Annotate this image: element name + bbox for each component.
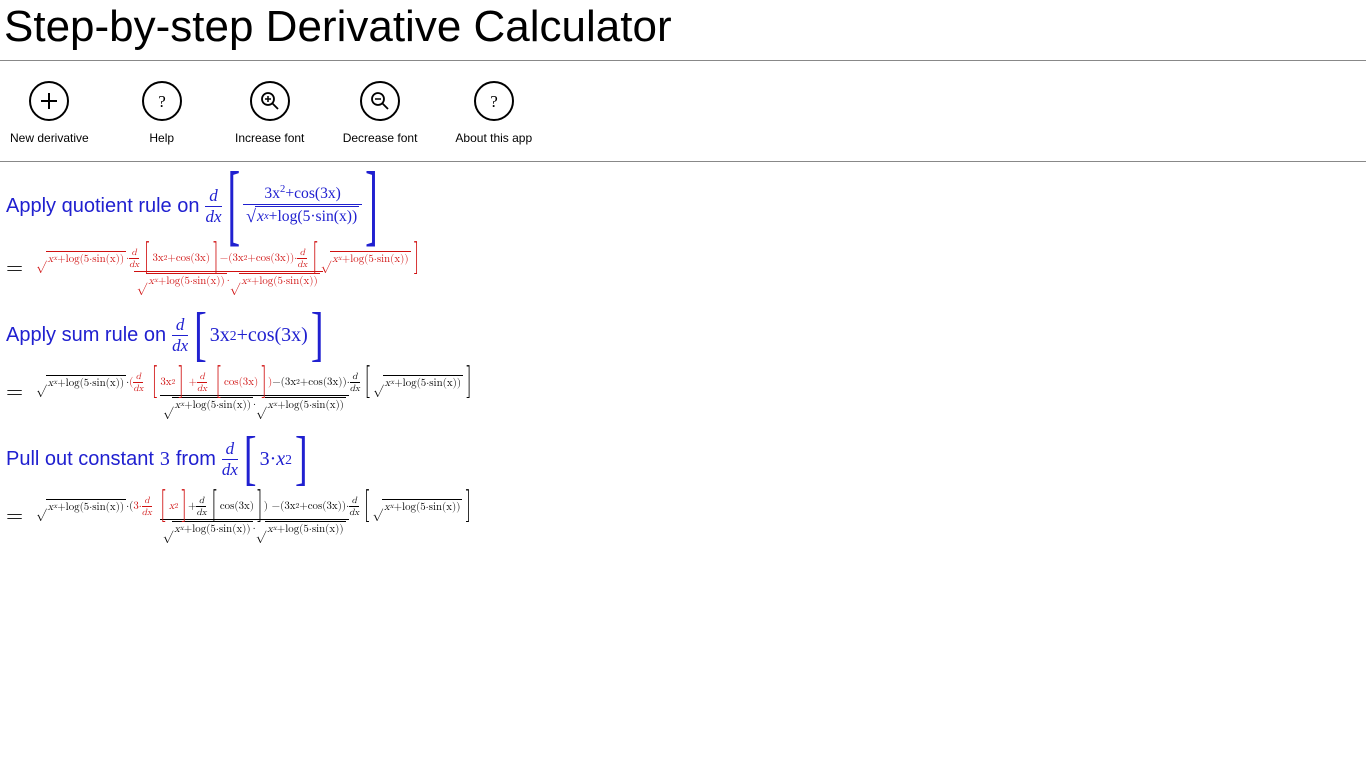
step-3-result: = xx+log(5·sin(x)) ·(3·ddx [x2] +ddx [co… bbox=[6, 494, 1360, 537]
step-1-label: Apply quotient rule on ddx [ 3x2+cos(3x)… bbox=[6, 180, 1360, 232]
increase-font-button[interactable]: Increase font bbox=[235, 81, 305, 145]
new-derivative-button[interactable]: New derivative bbox=[10, 81, 89, 145]
step-1-result: = xx+log(5·sin(x)) ·ddx [3x2+cos(3x)] −(… bbox=[6, 246, 1360, 289]
svg-text:?: ? bbox=[158, 92, 166, 111]
about-button[interactable]: ? About this app bbox=[455, 81, 532, 145]
svg-text:?: ? bbox=[490, 92, 498, 111]
plus-icon bbox=[29, 81, 69, 121]
help-button[interactable]: ? Help bbox=[127, 81, 197, 145]
step-2-label: Apply sum rule on ddx [3x2 + cos(3x)] bbox=[6, 315, 1360, 356]
question-icon: ? bbox=[474, 81, 514, 121]
step-3-label: Pull out constant 3 from ddx [3 · x2] bbox=[6, 439, 1360, 480]
decrease-font-button[interactable]: Decrease font bbox=[343, 81, 418, 145]
zoom-out-icon bbox=[360, 81, 400, 121]
question-icon: ? bbox=[142, 81, 182, 121]
page-title: Step-by-step Derivative Calculator bbox=[0, 0, 1366, 61]
zoom-in-icon bbox=[250, 81, 290, 121]
toolbar: New derivative ? Help Increase font Decr… bbox=[0, 61, 1366, 162]
step-2-result: = xx+log(5·sin(x)) ·(ddx [3x2] +ddx [cos… bbox=[6, 370, 1360, 413]
derivation-content: Apply quotient rule on ddx [ 3x2+cos(3x)… bbox=[0, 162, 1366, 581]
